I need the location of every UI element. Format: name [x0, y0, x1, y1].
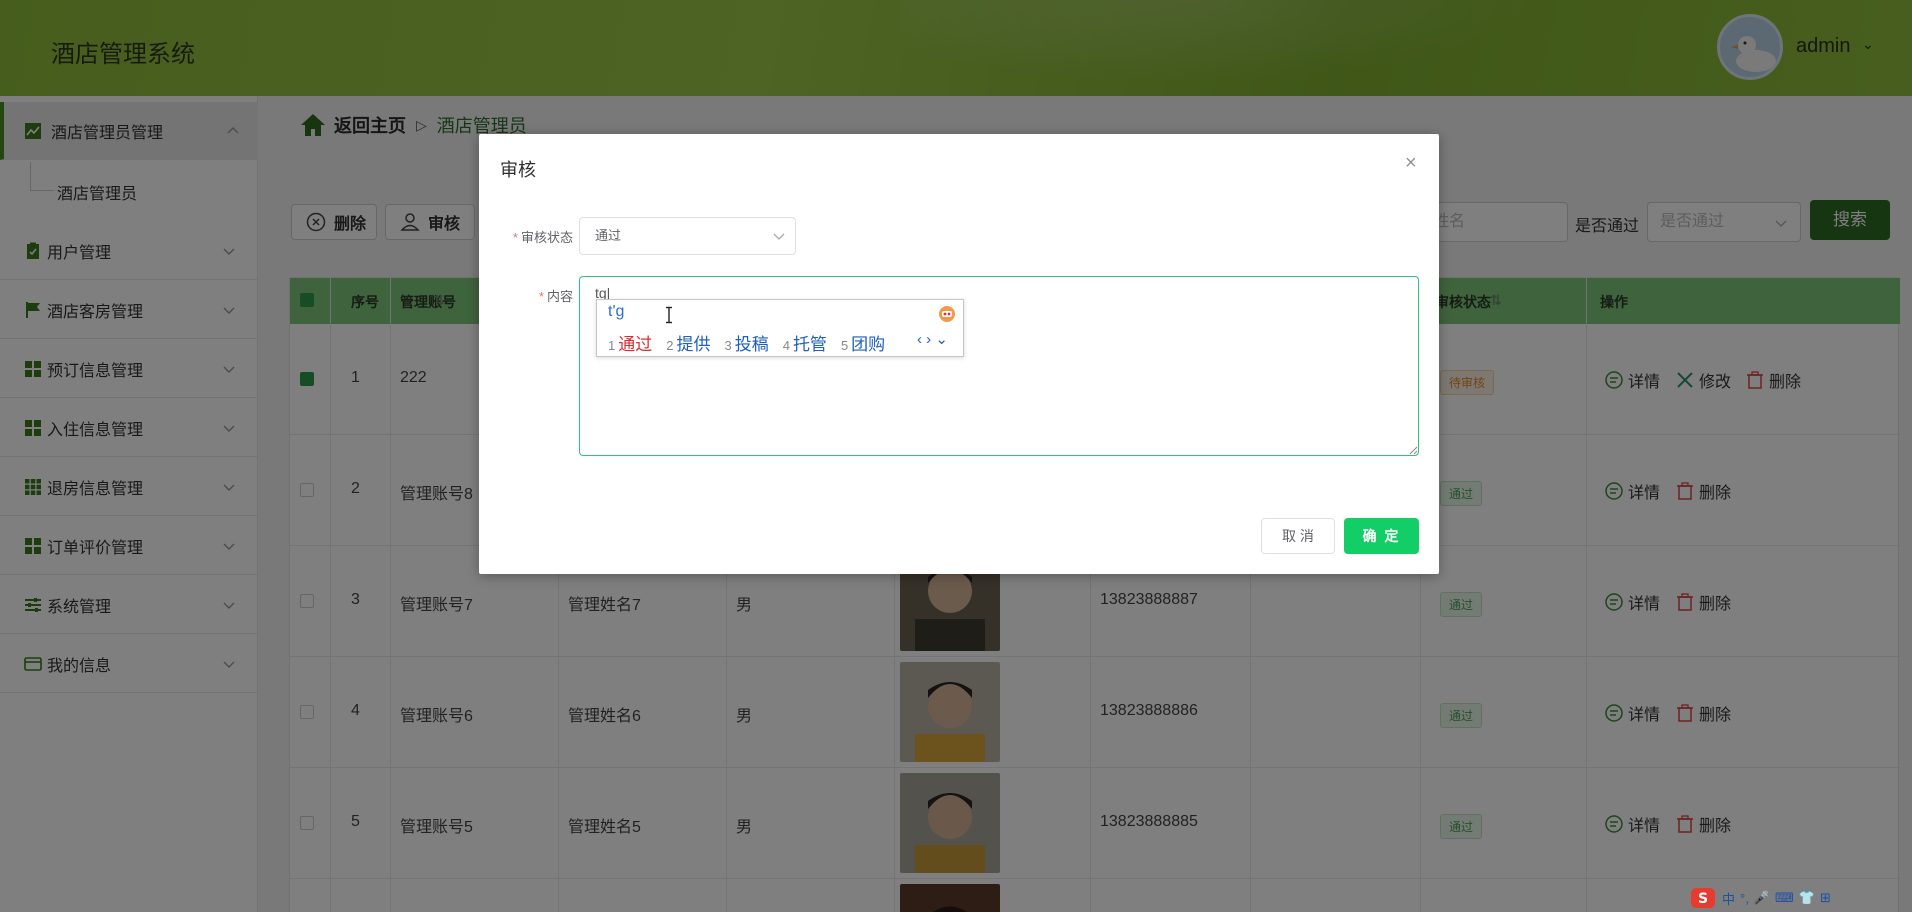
required-mark: *: [512, 230, 518, 245]
required-mark: *: [538, 289, 544, 304]
svg-text:S: S: [1698, 891, 1708, 907]
content-field-label: * 内容: [493, 286, 573, 305]
confirm-button[interactable]: 确 定: [1344, 518, 1419, 554]
tray-item[interactable]: 👕: [1799, 890, 1815, 906]
ime-candidates: 1 通过 2 提供 3 投稿 4 托管 5 团购: [608, 330, 899, 355]
sogou-logo-icon[interactable]: S: [1690, 887, 1716, 909]
tray-item[interactable]: 中: [1722, 889, 1735, 908]
dialog-title: 审核: [500, 160, 536, 180]
ime-candidate[interactable]: 2 提供: [666, 330, 710, 355]
ime-candidate[interactable]: 5 团购: [841, 330, 885, 355]
close-icon[interactable]: ×: [1405, 152, 1417, 175]
tray-item[interactable]: ⊞: [1820, 890, 1831, 906]
tray-item[interactable]: ⌨: [1775, 890, 1794, 906]
ime-candidate[interactable]: 1 通过: [608, 330, 652, 355]
status-field-label: * 审核状态: [493, 227, 573, 246]
ime-tray: S 中 °, 🎤 ⌨ 👕 ⊞: [1690, 884, 1912, 912]
ime-composition: t'g: [608, 303, 625, 320]
ime-candidate[interactable]: 4 托管: [783, 330, 827, 355]
resize-handle-icon[interactable]: [1408, 445, 1418, 455]
chevron-down-icon: [773, 233, 785, 240]
ime-candidate[interactable]: 3 投稿: [724, 330, 768, 355]
text-cursor-icon: [666, 306, 672, 324]
content-field-label-text: 内容: [546, 289, 573, 304]
ime-page-nav-icon[interactable]: ‹ › ⌄: [917, 330, 948, 348]
sogou-skin-icon[interactable]: [938, 305, 956, 323]
status-field-label-text: 审核状态: [520, 230, 573, 245]
cancel-button[interactable]: 取 消: [1261, 518, 1335, 554]
audit-status-select[interactable]: 通过: [579, 217, 796, 255]
tray-item[interactable]: °,: [1740, 891, 1749, 906]
ime-candidate-window: t'g 1 通过 2 提供 3 投稿 4 托管 5 团购 ‹ › ⌄: [596, 299, 964, 357]
audit-status-value: 通过: [595, 228, 622, 243]
tray-item[interactable]: 🎤: [1754, 890, 1770, 906]
